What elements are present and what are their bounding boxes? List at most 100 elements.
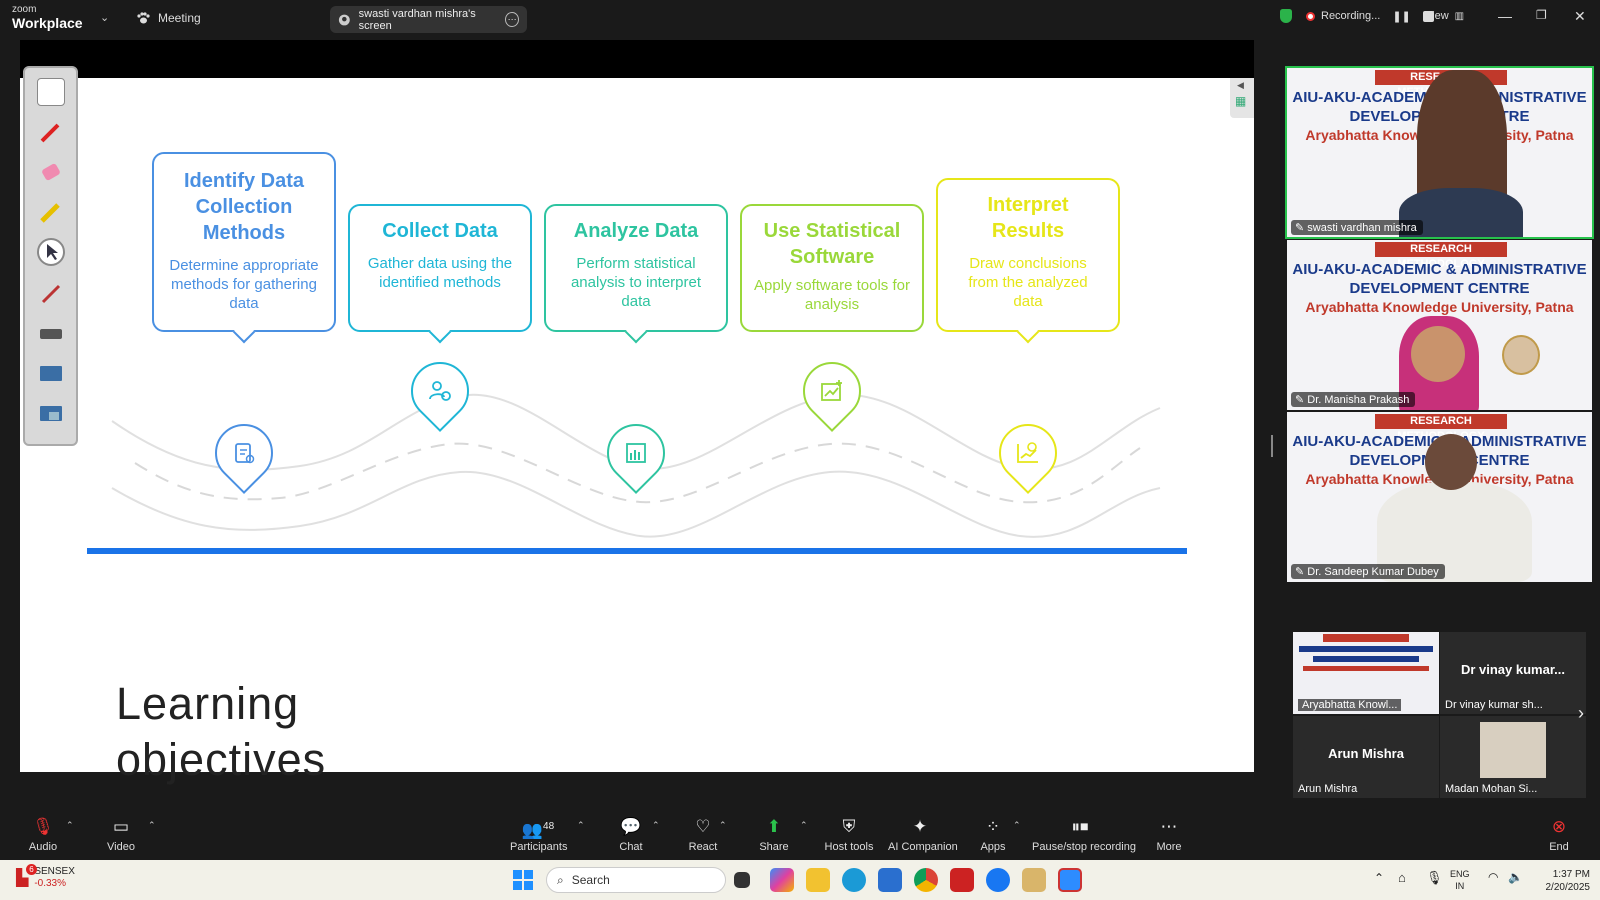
annotation-toolbar bbox=[23, 66, 78, 446]
video-button[interactable]: ▭ Video bbox=[106, 816, 136, 853]
more-options-icon[interactable]: ··· bbox=[505, 12, 519, 27]
mini-tile-name-3: Arun Mishra bbox=[1298, 783, 1357, 795]
mini-tile-center-2: Dr vinay kumar... bbox=[1460, 662, 1566, 677]
react-button[interactable]: ♡ React bbox=[686, 816, 720, 853]
wifi-icon[interactable]: ◠ bbox=[1488, 870, 1498, 884]
screen-settings-icon[interactable] bbox=[37, 400, 65, 428]
mini-tile-label-4: Madan Mohan Si... bbox=[1445, 783, 1538, 795]
step-desc-4: Apply software tools for analysis bbox=[754, 277, 910, 313]
video-tile-3[interactable]: RESEARCH METHODOLOGY AIU-AKU-ACADEMIC & … bbox=[1287, 412, 1592, 582]
video-caret-icon[interactable]: ⌃ bbox=[148, 820, 156, 831]
video-name-label-2: Dr. Manisha Prakash bbox=[1307, 394, 1410, 406]
share-label: Share bbox=[759, 841, 789, 853]
chevron-down-icon[interactable]: ⌄ bbox=[100, 11, 109, 24]
language-indicator[interactable]: ENG IN bbox=[1450, 868, 1470, 892]
audio-caret-icon[interactable]: ⌃ bbox=[66, 820, 74, 831]
taskbar-search[interactable]: ⌕ Search bbox=[546, 867, 726, 893]
store-icon[interactable] bbox=[878, 868, 902, 892]
mic-icon[interactable]: 🎙 bbox=[1426, 870, 1443, 886]
highlighter-icon[interactable] bbox=[37, 198, 65, 226]
participants-caret-icon[interactable]: ⌃ bbox=[577, 820, 585, 831]
mini-tile-3[interactable]: Arun Mishra Arun Mishra bbox=[1293, 716, 1439, 798]
mini-tile-1[interactable]: Aryabhatta Knowl... bbox=[1293, 632, 1439, 714]
keyboard-icon[interactable] bbox=[37, 320, 65, 348]
video-tile-2[interactable]: RESEARCH METHODOLOGY AIU-AKU-ACADEMIC & … bbox=[1287, 240, 1592, 410]
participants-count: 48 bbox=[543, 821, 555, 832]
app-icon[interactable] bbox=[1022, 868, 1046, 892]
apps-grid-icon: ▦ bbox=[1235, 94, 1247, 108]
share-button[interactable]: ⬆ Share bbox=[758, 816, 790, 853]
close-icon[interactable]: ✕ bbox=[1574, 8, 1586, 25]
slide-divider bbox=[87, 548, 1187, 554]
mini-tile-2[interactable]: Dr vinay kumar... Dr vinay kumar sh... bbox=[1440, 632, 1586, 714]
facebook-icon[interactable] bbox=[986, 868, 1010, 892]
end-label: End bbox=[1549, 841, 1569, 853]
pause-recording-icon[interactable]: ❚❚ bbox=[1392, 10, 1410, 23]
video-name-2: ✎ Dr. Manisha Prakash bbox=[1291, 392, 1416, 407]
mini-tile-name-1: Aryabhatta Knowl... bbox=[1298, 699, 1402, 711]
more-button[interactable]: ⋯ More bbox=[1154, 816, 1184, 853]
participants-icon: 👥48 bbox=[521, 820, 555, 840]
video-tile-1[interactable]: RESEARCH METHODOLOGY AIU-AKU-ACADEMIC & … bbox=[1287, 68, 1592, 238]
annotation-collapse-tab[interactable]: ◀ ▦ bbox=[1230, 78, 1254, 118]
brush-icon[interactable] bbox=[37, 280, 65, 308]
windows-taskbar: ▙6 SENSEX -0.33% ⌕ Search ⌃ ⌂ 🎙 ENG IN bbox=[0, 860, 1600, 900]
host-tools-button[interactable]: ⛨ Host tools bbox=[824, 816, 874, 853]
windows-start-icon[interactable] bbox=[513, 870, 533, 890]
ai-companion-button[interactable]: ✦ AI Companion bbox=[888, 816, 958, 853]
participant-head bbox=[1425, 434, 1477, 490]
grid-view-icon: ▥ bbox=[1454, 10, 1465, 22]
eraser-icon[interactable] bbox=[37, 158, 65, 186]
end-button[interactable]: ⊗ End bbox=[1546, 816, 1572, 853]
arrow-left-icon: ◀ bbox=[1237, 80, 1244, 90]
step-card-4: Use Statistical Software Apply software … bbox=[740, 204, 924, 332]
share-caret-icon[interactable]: ⌃ bbox=[800, 820, 808, 831]
clock[interactable]: 1:37 PM 2/20/2025 bbox=[1532, 868, 1591, 894]
copilot-icon[interactable] bbox=[770, 868, 794, 892]
zoom-window: zoom Workplace ⌄ Meeting swasti vardhan … bbox=[0, 0, 1600, 900]
pen-icon[interactable] bbox=[37, 118, 65, 146]
stock-ticker-widget[interactable]: ▙ 6 SENSEX -0.33% bbox=[16, 864, 75, 890]
file-explorer-icon[interactable] bbox=[806, 868, 830, 892]
mini-tile-4[interactable]: Madan Mohan Si... bbox=[1440, 716, 1586, 798]
heading-line-1: Learning bbox=[116, 678, 300, 729]
chat-button[interactable]: 💬 Chat bbox=[616, 816, 646, 853]
zoom-taskbar-icon[interactable] bbox=[1058, 868, 1082, 892]
video-name-label-1: swasti vardhan mishra bbox=[1307, 222, 1417, 234]
audio-button[interactable]: 🎙 Audio bbox=[28, 816, 58, 853]
slide-top-band bbox=[20, 40, 1254, 78]
step-card-3: Analyze Data Perform statistical analysi… bbox=[544, 204, 728, 344]
edge-icon[interactable] bbox=[842, 868, 866, 892]
step-card-5: Interpret Results Draw conclusions from … bbox=[936, 178, 1120, 344]
apps-button[interactable]: ⁘ Apps bbox=[978, 816, 1008, 853]
pause-stop-label: Pause/stop recording bbox=[1032, 841, 1136, 853]
react-caret-icon[interactable]: ⌃ bbox=[719, 820, 727, 831]
view-menu[interactable]: View ▥ bbox=[1425, 10, 1464, 22]
screen-share-pill[interactable]: swasti vardhan mishra's screen ··· bbox=[330, 6, 527, 33]
mini-tile-label-2: Dr vinay kumar sh... bbox=[1445, 699, 1543, 711]
pointer-icon[interactable] bbox=[37, 238, 65, 266]
minimize-icon[interactable]: — bbox=[1498, 8, 1512, 24]
step-desc-2: Gather data using the identified methods bbox=[367, 255, 513, 291]
screen-icon[interactable] bbox=[37, 360, 65, 388]
recording-status: Recording... ❚❚ bbox=[1280, 9, 1434, 23]
chat-caret-icon[interactable]: ⌃ bbox=[652, 820, 660, 831]
meeting-menu[interactable]: Meeting bbox=[136, 11, 201, 25]
volume-icon[interactable]: 🔈 bbox=[1508, 870, 1523, 884]
filezilla-icon[interactable] bbox=[950, 868, 974, 892]
chrome-icon[interactable] bbox=[914, 868, 938, 892]
apps-caret-icon[interactable]: ⌃ bbox=[1013, 820, 1021, 831]
network-icon[interactable]: ⌂ bbox=[1398, 870, 1406, 885]
mini-tile-center-3: Arun Mishra bbox=[1328, 746, 1404, 761]
participants-button[interactable]: 👥48 Participants bbox=[510, 816, 567, 853]
tray-chevron-icon[interactable]: ⌃ bbox=[1374, 871, 1384, 885]
more-label: More bbox=[1156, 841, 1182, 853]
whiteboard-icon[interactable] bbox=[37, 78, 65, 106]
heart-icon: ♡ bbox=[695, 817, 711, 836]
next-page-icon[interactable]: › bbox=[1578, 703, 1584, 724]
task-view-icon[interactable] bbox=[734, 872, 750, 888]
pause-stop-recording-button[interactable]: ⏸⏹ Pause/stop recording bbox=[1032, 816, 1136, 853]
camera-icon: ▭ bbox=[112, 817, 130, 836]
panel-resize-handle[interactable] bbox=[1271, 435, 1273, 457]
restore-icon[interactable]: ❐ bbox=[1536, 8, 1547, 22]
